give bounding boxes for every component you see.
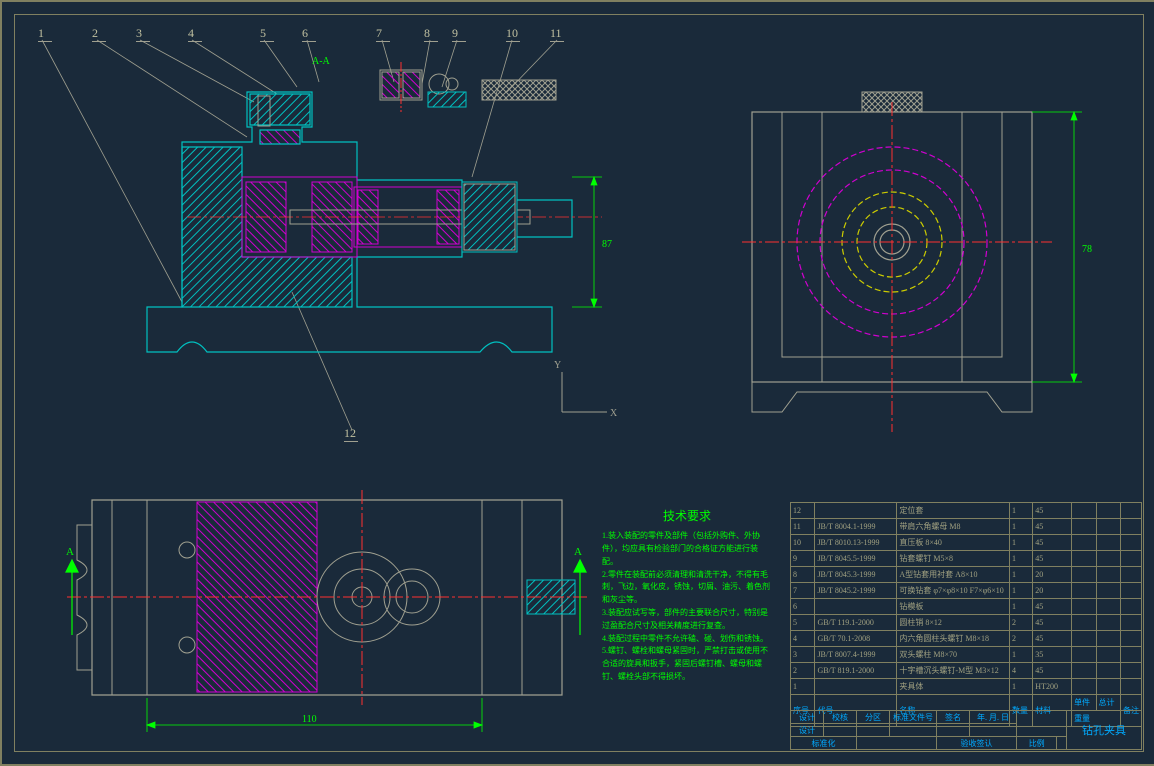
tech-line-5: 5.螺钉、螺栓和螺母紧固时，严禁打击或使用不合适的旋具和扳手，紧固后螺钉槽、螺母… — [602, 645, 772, 683]
tech-line-3: 3.装配应试写等，部件的主要联合尺寸，特别是过盈配合尺寸及相关精度进行复查。 — [602, 607, 772, 633]
tb-scale: 比例 — [1017, 737, 1057, 750]
balloon-9: 9 — [452, 26, 466, 42]
side-view: 78 — [722, 62, 1122, 442]
tb-design: 设计 — [791, 711, 824, 724]
title-block: 设计 校核 分区 标准文件号 签名 年. 月. 日 钻孔夹具 设计 标准化 验收… — [790, 710, 1142, 750]
bom-row: 3JB/T 8007.4-1999双头螺柱 M8×70135 — [791, 647, 1142, 663]
bom-row: 12定位套145 — [791, 503, 1142, 519]
tech-req-title: 技术要求 — [602, 507, 772, 526]
tech-line-1: 1.装入装配的零件及部件（包括外购件、外协件），均应具有检验部门的合格证方能进行… — [602, 530, 772, 568]
tb-date: 年. 月. 日 — [970, 711, 1017, 724]
section-a-left: A — [66, 546, 74, 558]
tb-std: 标准文件号 — [890, 711, 937, 724]
bom-row: 7JB/T 8045.2-1999可换钻套 φ7×φ8×10 F7×φ6×101… — [791, 583, 1142, 599]
tech-line-2: 2.零件在装配前必须清理和清洗干净，不得有毛刺，飞边，氧化皮，锈蚀，切屑、油污、… — [602, 569, 772, 607]
plan-view: A A 110 — [52, 460, 592, 750]
drawing-canvas: 87 A-A X Y 1 2 3 4 5 6 7 8 9 10 11 12 78 — [0, 0, 1154, 766]
balloon-11: 11 — [550, 26, 564, 42]
bom-row: 6钻模板145 — [791, 599, 1142, 615]
balloon-12: 12 — [344, 426, 358, 442]
balloon-8: 8 — [424, 26, 438, 42]
balloon-3: 3 — [136, 26, 150, 42]
balloon-6: 6 — [302, 26, 316, 42]
bom-row: 10JB/T 8010.13-1999直压板 8×40145 — [791, 535, 1142, 551]
bom-h-tot: 总计 — [1096, 695, 1121, 711]
tb-project: 钻孔夹具 — [1067, 711, 1142, 750]
dim-side-height: 78 — [1082, 244, 1092, 255]
balloon-5: 5 — [260, 26, 274, 42]
balloon-4: 4 — [188, 26, 202, 42]
technical-requirements: 技术要求 1.装入装配的零件及部件（包括外购件、外协件），均应具有检验部门的合格… — [602, 507, 772, 684]
bom-table: 12定位套14511JB/T 8004.1-1999带肩六角螺母 M814510… — [790, 502, 1142, 727]
balloon-10: 10 — [506, 26, 520, 42]
balloon-2: 2 — [92, 26, 106, 42]
dim-plan-width: 110 — [302, 714, 317, 725]
bom-row: 1夹具体1HT200 — [791, 679, 1142, 695]
bom-row: 5GB/T 119.1-2000圆柱销 8×12245 — [791, 615, 1142, 631]
front-view: 87 A-A X Y — [32, 32, 622, 442]
bom-header-row: 序号 代号 名称 数量 材料 单件 总计 备注 — [791, 695, 1142, 711]
balloon-1: 1 — [38, 26, 52, 42]
bom-h-unit: 单件 — [1072, 695, 1096, 711]
tb-standardize: 标准化 — [791, 737, 857, 750]
bom-row: 9JB/T 8045.5-1999钻套螺钉 M5×8145 — [791, 551, 1142, 567]
bom-row: 4GB/T 70.1-2008内六角圆柱头螺钉 M8×18245 — [791, 631, 1142, 647]
section-a-right: A — [574, 546, 582, 558]
y-axis-label: Y — [554, 360, 561, 371]
tb-check: 校核 — [824, 711, 857, 724]
dim-front-height: 87 — [602, 239, 612, 250]
tech-line-4: 4.装配过程中零件不允许磕、碰、划伤和锈蚀。 — [602, 633, 772, 646]
tb-sig: 签名 — [937, 711, 970, 724]
tb-verify: 验收签认 — [937, 737, 1017, 750]
bom-row: 2GB/T 819.1-2000十字槽沉头螺钉-M型 M3×12445 — [791, 663, 1142, 679]
bom-row: 11JB/T 8004.1-1999带肩六角螺母 M8145 — [791, 519, 1142, 535]
section-label-aa: A-A — [312, 56, 331, 67]
tb-draft: 设计 — [791, 724, 824, 737]
tb-approve: 分区 — [857, 711, 890, 724]
balloon-7: 7 — [376, 26, 390, 42]
bom-row: 8JB/T 8045.3-1999A型钻套用衬套 A8×10120 — [791, 567, 1142, 583]
x-axis-label: X — [610, 408, 618, 419]
